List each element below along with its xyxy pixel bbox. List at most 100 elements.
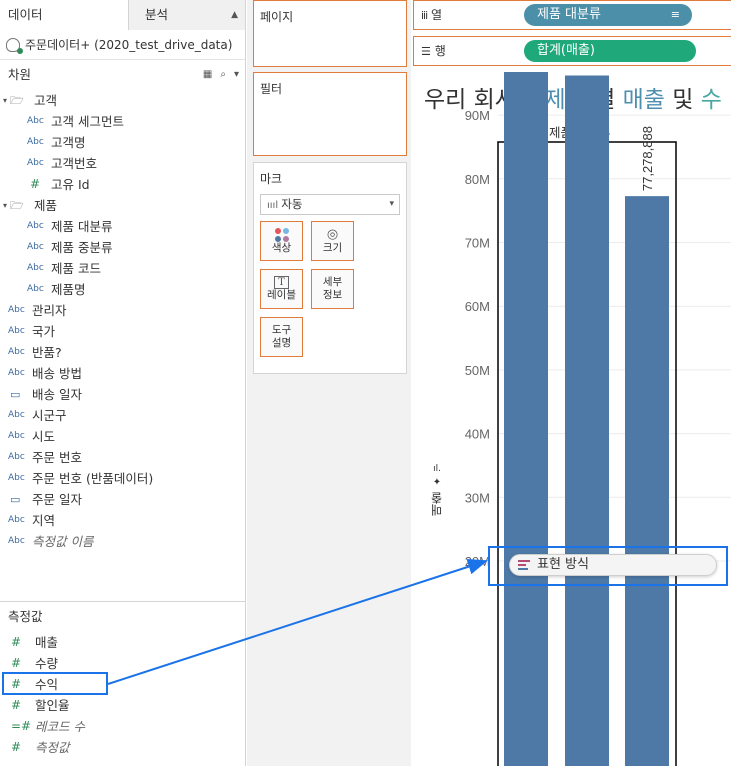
marks-card: 마크 ıııl 자동 ▾ 색상 ◎ 크기 T 레이블 세부 정보 도구 설명 [253,162,407,374]
field-label: 지역 [32,513,56,528]
field-label: 고유 Id [51,177,90,192]
menu-dropdown-icon[interactable]: ▾ [234,60,239,90]
tab-scroll-arrows-icon[interactable]: ▲ [231,0,238,30]
string-type-icon: Abc [27,284,44,294]
measure-field[interactable]: # 측정값 [0,737,246,758]
dimension-field[interactable]: Abc 고객번호 [0,153,245,174]
dimension-field[interactable]: Abc 측정값 이름 [0,531,245,552]
data-pane: 데이터 분석 ▲ 주문데이터+ (2020_test_drive_data) 차… [0,0,246,766]
tab-data[interactable]: 데이터 [0,0,128,30]
field-label: 제품 중분류 [51,240,113,255]
bar[interactable] [504,72,548,766]
size-icon: ◎ [326,227,339,242]
y-tick-label: 60M [465,299,490,314]
string-type-icon: Abc [27,158,44,168]
string-type-icon: Abc [8,473,25,483]
dimension-field[interactable]: Abc 제품 중분류 [0,237,245,258]
dimension-field[interactable]: Abc 주문 번호 (반품데이터) [0,468,245,489]
folder-0[interactable]: ▾ 🗁 고객 [0,90,245,111]
dimension-field[interactable]: Abc 지역 [0,510,245,531]
dimension-field[interactable]: Abc 고객명 [0,132,245,153]
highlight-box-drop-target [488,546,728,586]
measure-field[interactable]: # 수량 [0,653,246,674]
dimension-field[interactable]: Abc 배송 방법 [0,363,245,384]
mark-type-value: 자동 [281,197,303,211]
tab-analysis-label: 분석 [145,7,169,22]
datasource-row[interactable]: 주문데이터+ (2020_test_drive_data) [0,30,245,60]
field-label: 배송 방법 [32,366,82,381]
size-button[interactable]: ◎ 크기 [311,221,354,261]
dimension-field[interactable]: Abc 제품 코드 [0,258,245,279]
measure-field[interactable]: =# 레코드 수 [0,716,246,737]
tooltip-button[interactable]: 도구 설명 [260,317,303,357]
number-type-icon: =# [11,719,32,733]
number-type-icon: # [11,635,22,649]
caret-down-icon[interactable]: ▾ [0,195,10,216]
field-label: 측정값 이름 [32,534,94,549]
sort-desc-icon[interactable]: ≡ [671,4,680,26]
dimension-field[interactable]: Abc 반품? [0,342,245,363]
field-label: 할인율 [35,698,70,713]
dimension-field[interactable]: Abc 주문 번호 [0,447,245,468]
field-label: 배송 일자 [32,387,82,402]
filters-card-title: 필터 [260,82,283,96]
columns-shelf[interactable]: iii 열 제품 대분류 ≡ [413,0,731,30]
data-label: 77,278,888 [640,126,655,191]
view-area[interactable]: 우리 회사의 제품 별 매출 및 수 제품 대분류 ıl. ✦ 매출 20M30… [413,72,731,766]
field-label: 측정값 [35,740,70,755]
label-button[interactable]: T 레이블 [260,269,303,309]
tooltip-button-label-1: 도구 [271,324,292,336]
color-button[interactable]: 색상 [260,221,303,261]
field-label: 주문 일자 [32,492,82,507]
y-tick-label: 70M [465,236,490,251]
mark-type-dropdown[interactable]: ıııl 자동 ▾ [260,194,400,215]
dimension-field[interactable]: ▭ 주문 일자 [0,489,245,510]
dimension-field[interactable]: Abc 관리자 [0,300,245,321]
bar[interactable] [625,196,669,766]
caret-down-icon[interactable]: ▾ [0,90,10,111]
y-tick-label: 80M [465,172,490,187]
rows-shelf[interactable]: ☰ 행 합계(매출) [413,36,731,66]
bar-chart[interactable]: 20M30M40M50M60M70M80M90M100M110M97,352,9… [413,72,731,766]
dimension-field[interactable]: Abc 시군구 [0,405,245,426]
y-tick-label: 40M [465,427,490,442]
string-type-icon: Abc [8,431,25,441]
detail-button-label-2: 정보 [322,289,343,301]
shelves: iii 열 제품 대분류 ≡ ☰ 행 합계(매출) [413,0,731,70]
search-icon[interactable]: ⌕ [220,60,226,90]
folder-label: 고객 [34,93,58,108]
measure-field[interactable]: # 할인율 [0,695,246,716]
dimension-field[interactable]: Abc 제품명 [0,279,245,300]
dimension-field[interactable]: Abc 제품 대분류 [0,216,245,237]
measure-field[interactable]: # 매출 [0,632,246,653]
chevron-down-icon: ▾ [389,199,394,209]
field-label: 주문 번호 [32,450,82,465]
cards-column: 페이지 필터 마크 ıııl 자동 ▾ 색상 ◎ 크기 T 레이블 세부 정보 … [247,0,411,766]
dimension-field[interactable]: Abc 국가 [0,321,245,342]
y-tick-label: 30M [465,490,490,505]
dimension-field[interactable]: # 고유 Id [0,174,245,195]
y-tick-label: 90M [465,108,490,123]
rows-pill[interactable]: 합계(매출) [524,40,696,62]
pages-card[interactable]: 페이지 [253,0,407,67]
rows-shelf-label: ☰ 행 [421,37,446,66]
tab-analysis[interactable]: 분석 ▲ [128,0,245,30]
folder-1[interactable]: ▾ 🗁 제품 [0,195,245,216]
mark-buttons: 색상 ◎ 크기 T 레이블 세부 정보 도구 설명 [254,215,406,363]
dimension-field[interactable]: ▭ 배송 일자 [0,384,245,405]
rows-shelf-text: 행 [434,44,446,58]
field-label: 고객번호 [51,156,98,171]
view-toggle-icon[interactable]: ▦ [203,60,212,90]
dimension-field[interactable]: Abc 시도 [0,426,245,447]
bar[interactable] [565,75,609,766]
field-label: 관리자 [32,303,67,318]
columns-pill[interactable]: 제품 대분류 ≡ [524,4,692,26]
color-icon [274,227,289,242]
field-label: 시군구 [32,408,67,423]
folder-icon: 🗁 [10,94,24,107]
filters-card[interactable]: 필터 [253,72,407,156]
detail-button[interactable]: 세부 정보 [311,269,354,309]
folder-icon: 🗁 [10,199,24,212]
dimension-field[interactable]: Abc 고객 세그먼트 [0,111,245,132]
field-label: 시도 [32,429,56,444]
